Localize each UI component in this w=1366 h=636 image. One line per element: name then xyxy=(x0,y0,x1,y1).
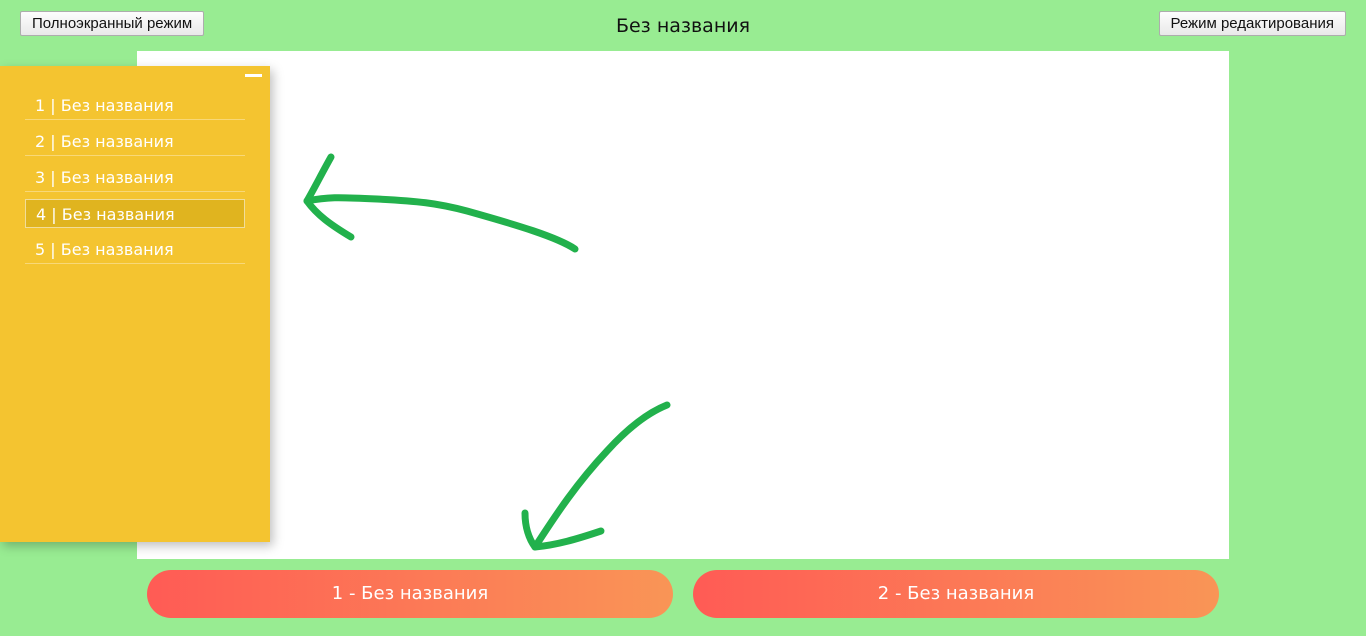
slide-nav-button-2[interactable]: 2 - Без названия xyxy=(693,570,1219,618)
slide-list: 1 | Без названия 2 | Без названия 3 | Бе… xyxy=(25,91,245,271)
slide-list-item[interactable]: 2 | Без названия xyxy=(25,127,245,156)
slides-sidebar: 1 | Без названия 2 | Без названия 3 | Бе… xyxy=(0,66,270,542)
slide-list-item-active[interactable]: 4 | Без названия xyxy=(25,199,245,228)
arrow-left-shaft xyxy=(303,194,579,253)
slide-canvas xyxy=(137,51,1229,559)
slide-nav-button-1[interactable]: 1 - Без названия xyxy=(147,570,673,618)
edit-mode-button[interactable]: Режим редактирования xyxy=(1158,11,1346,36)
arrow-down-shaft xyxy=(531,401,671,551)
minimize-icon[interactable] xyxy=(245,74,262,80)
freehand-drawing xyxy=(303,153,671,551)
presentation-viewer: Полноэкранный режим Без названия Режим р… xyxy=(0,0,1366,636)
slide-list-item[interactable]: 5 | Без названия xyxy=(25,235,245,264)
slide-list-item[interactable]: 1 | Без названия xyxy=(25,91,245,120)
slide-list-item[interactable]: 3 | Без названия xyxy=(25,163,245,192)
